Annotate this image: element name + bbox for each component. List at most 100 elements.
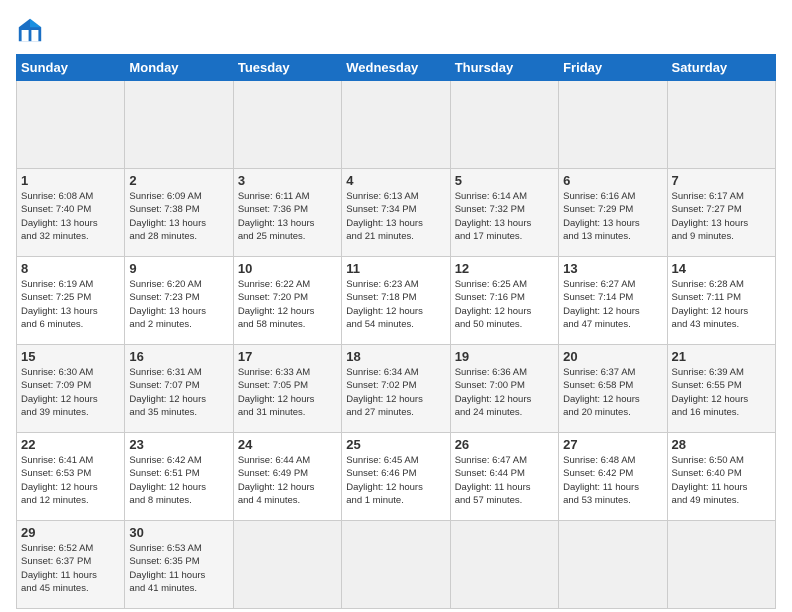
day-info: Sunrise: 6:22 AM Sunset: 7:20 PM Dayligh… <box>238 278 337 331</box>
day-header-tuesday: Tuesday <box>233 55 341 81</box>
day-info: Sunrise: 6:33 AM Sunset: 7:05 PM Dayligh… <box>238 366 337 419</box>
day-number: 18 <box>346 349 445 364</box>
day-info: Sunrise: 6:30 AM Sunset: 7:09 PM Dayligh… <box>21 366 120 419</box>
day-info: Sunrise: 6:13 AM Sunset: 7:34 PM Dayligh… <box>346 190 445 243</box>
day-number: 19 <box>455 349 554 364</box>
day-info: Sunrise: 6:20 AM Sunset: 7:23 PM Dayligh… <box>129 278 228 331</box>
calendar-cell: 25Sunrise: 6:45 AM Sunset: 6:46 PM Dayli… <box>342 433 450 521</box>
day-number: 3 <box>238 173 337 188</box>
calendar-cell: 18 Sunrise: 6:34 AM Sunset: 7:02 PM Dayli… <box>342 345 450 433</box>
day-number: 4 <box>346 173 445 188</box>
day-info: Sunrise: 6:42 AM Sunset: 6:51 PM Dayligh… <box>129 454 228 507</box>
calendar-cell: 28 Sunrise: 6:50 AM Sunset: 6:40 PM Dayli… <box>667 433 775 521</box>
day-header-wednesday: Wednesday <box>342 55 450 81</box>
day-number: 2 <box>129 173 228 188</box>
day-number: 12 <box>455 261 554 276</box>
day-info: Sunrise: 6:09 AM Sunset: 7:38 PM Dayligh… <box>129 190 228 243</box>
day-info: Sunrise: 6:23 AM Sunset: 7:18 PM Dayligh… <box>346 278 445 331</box>
day-number: 14 <box>672 261 771 276</box>
day-header-monday: Monday <box>125 55 233 81</box>
calendar-cell: 17 Sunrise: 6:33 AM Sunset: 7:05 PM Dayli… <box>233 345 341 433</box>
calendar-week-4: 22 Sunrise: 6:41 AM Sunset: 6:53 PM Dayli… <box>17 433 776 521</box>
calendar-header: SundayMondayTuesdayWednesdayThursdayFrid… <box>17 55 776 81</box>
calendar-cell: 13Sunrise: 6:27 AM Sunset: 7:14 PM Dayli… <box>559 257 667 345</box>
calendar-cell: 19Sunrise: 6:36 AM Sunset: 7:00 PM Dayli… <box>450 345 558 433</box>
day-number: 28 <box>672 437 771 452</box>
calendar-cell <box>17 81 125 169</box>
day-info: Sunrise: 6:08 AM Sunset: 7:40 PM Dayligh… <box>21 190 120 243</box>
calendar-cell: 30Sunrise: 6:53 AM Sunset: 6:35 PM Dayli… <box>125 521 233 609</box>
calendar-cell <box>233 521 341 609</box>
day-number: 16 <box>129 349 228 364</box>
logo <box>16 16 48 44</box>
calendar-cell <box>559 81 667 169</box>
day-info: Sunrise: 6:50 AM Sunset: 6:40 PM Dayligh… <box>672 454 771 507</box>
calendar-cell: 16Sunrise: 6:31 AM Sunset: 7:07 PM Dayli… <box>125 345 233 433</box>
day-info: Sunrise: 6:16 AM Sunset: 7:29 PM Dayligh… <box>563 190 662 243</box>
calendar-cell: 6Sunrise: 6:16 AM Sunset: 7:29 PM Daylig… <box>559 169 667 257</box>
day-number: 21 <box>672 349 771 364</box>
calendar-cell: 7 Sunrise: 6:17 AM Sunset: 7:27 PM Daylig… <box>667 169 775 257</box>
day-header-thursday: Thursday <box>450 55 558 81</box>
day-number: 22 <box>21 437 120 452</box>
calendar-cell: 4 Sunrise: 6:13 AM Sunset: 7:34 PM Daylig… <box>342 169 450 257</box>
calendar-cell: 5Sunrise: 6:14 AM Sunset: 7:32 PM Daylig… <box>450 169 558 257</box>
page: SundayMondayTuesdayWednesdayThursdayFrid… <box>0 0 792 612</box>
calendar-week-3: 15 Sunrise: 6:30 AM Sunset: 7:09 PM Dayli… <box>17 345 776 433</box>
calendar-cell: 27 Sunrise: 6:48 AM Sunset: 6:42 PM Dayli… <box>559 433 667 521</box>
calendar-week-0 <box>17 81 776 169</box>
calendar-cell <box>342 521 450 609</box>
calendar-cell: 24 Sunrise: 6:44 AM Sunset: 6:49 PM Dayli… <box>233 433 341 521</box>
day-info: Sunrise: 6:34 AM Sunset: 7:02 PM Dayligh… <box>346 366 445 419</box>
calendar-week-1: 1Sunrise: 6:08 AM Sunset: 7:40 PM Daylig… <box>17 169 776 257</box>
day-header-saturday: Saturday <box>667 55 775 81</box>
calendar-cell: 9 Sunrise: 6:20 AM Sunset: 7:23 PM Daylig… <box>125 257 233 345</box>
day-info: Sunrise: 6:48 AM Sunset: 6:42 PM Dayligh… <box>563 454 662 507</box>
day-info: Sunrise: 6:44 AM Sunset: 6:49 PM Dayligh… <box>238 454 337 507</box>
day-info: Sunrise: 6:37 AM Sunset: 6:58 PM Dayligh… <box>563 366 662 419</box>
calendar-cell: 1Sunrise: 6:08 AM Sunset: 7:40 PM Daylig… <box>17 169 125 257</box>
day-number: 26 <box>455 437 554 452</box>
calendar-cell: 14Sunrise: 6:28 AM Sunset: 7:11 PM Dayli… <box>667 257 775 345</box>
day-header-friday: Friday <box>559 55 667 81</box>
day-info: Sunrise: 6:11 AM Sunset: 7:36 PM Dayligh… <box>238 190 337 243</box>
day-info: Sunrise: 6:19 AM Sunset: 7:25 PM Dayligh… <box>21 278 120 331</box>
day-info: Sunrise: 6:41 AM Sunset: 6:53 PM Dayligh… <box>21 454 120 507</box>
day-info: Sunrise: 6:47 AM Sunset: 6:44 PM Dayligh… <box>455 454 554 507</box>
day-info: Sunrise: 6:52 AM Sunset: 6:37 PM Dayligh… <box>21 542 120 595</box>
day-number: 5 <box>455 173 554 188</box>
calendar-cell: 15 Sunrise: 6:30 AM Sunset: 7:09 PM Dayli… <box>17 345 125 433</box>
day-number: 9 <box>129 261 228 276</box>
day-info: Sunrise: 6:45 AM Sunset: 6:46 PM Dayligh… <box>346 454 445 507</box>
calendar-cell <box>450 521 558 609</box>
header-row: SundayMondayTuesdayWednesdayThursdayFrid… <box>17 55 776 81</box>
calendar-table: SundayMondayTuesdayWednesdayThursdayFrid… <box>16 54 776 609</box>
day-number: 27 <box>563 437 662 452</box>
calendar-cell: 11Sunrise: 6:23 AM Sunset: 7:18 PM Dayli… <box>342 257 450 345</box>
day-number: 23 <box>129 437 228 452</box>
day-number: 17 <box>238 349 337 364</box>
day-info: Sunrise: 6:39 AM Sunset: 6:55 PM Dayligh… <box>672 366 771 419</box>
header <box>16 16 776 44</box>
calendar-cell: 29Sunrise: 6:52 AM Sunset: 6:37 PM Dayli… <box>17 521 125 609</box>
day-info: Sunrise: 6:27 AM Sunset: 7:14 PM Dayligh… <box>563 278 662 331</box>
calendar-cell <box>342 81 450 169</box>
calendar-cell: 8 Sunrise: 6:19 AM Sunset: 7:25 PM Daylig… <box>17 257 125 345</box>
day-number: 8 <box>21 261 120 276</box>
day-header-sunday: Sunday <box>17 55 125 81</box>
calendar-cell: 20Sunrise: 6:37 AM Sunset: 6:58 PM Dayli… <box>559 345 667 433</box>
calendar-cell: 3 Sunrise: 6:11 AM Sunset: 7:36 PM Daylig… <box>233 169 341 257</box>
day-number: 15 <box>21 349 120 364</box>
day-info: Sunrise: 6:25 AM Sunset: 7:16 PM Dayligh… <box>455 278 554 331</box>
calendar-cell: 23 Sunrise: 6:42 AM Sunset: 6:51 PM Dayli… <box>125 433 233 521</box>
calendar-cell <box>450 81 558 169</box>
calendar-cell <box>667 521 775 609</box>
day-info: Sunrise: 6:17 AM Sunset: 7:27 PM Dayligh… <box>672 190 771 243</box>
calendar-body: 1Sunrise: 6:08 AM Sunset: 7:40 PM Daylig… <box>17 81 776 609</box>
calendar-cell: 10Sunrise: 6:22 AM Sunset: 7:20 PM Dayli… <box>233 257 341 345</box>
calendar-cell <box>667 81 775 169</box>
calendar-cell: 22 Sunrise: 6:41 AM Sunset: 6:53 PM Dayli… <box>17 433 125 521</box>
day-number: 7 <box>672 173 771 188</box>
day-number: 24 <box>238 437 337 452</box>
calendar-cell <box>125 81 233 169</box>
